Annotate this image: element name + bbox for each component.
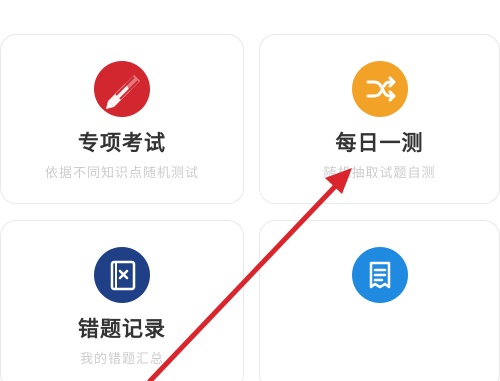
wrong-book-icon bbox=[94, 247, 150, 303]
wrong-questions-title: 错题记录 bbox=[78, 317, 166, 341]
wrong-questions-subtitle: 我的错题汇总 bbox=[79, 352, 164, 367]
pencil-icon bbox=[94, 61, 150, 117]
exam-menu-page: 专项考试 依据不同知识点随机测试 每日一测 随机抽取试题自测 错题记录 我的错题 bbox=[0, 0, 500, 381]
special-exam-title: 专项考试 bbox=[78, 131, 166, 155]
special-exam-card[interactable]: 专项考试 依据不同知识点随机测试 bbox=[0, 34, 244, 204]
shuffle-icon bbox=[351, 61, 408, 117]
notes-card[interactable] bbox=[259, 220, 500, 381]
special-exam-subtitle: 依据不同知识点随机测试 bbox=[44, 166, 199, 181]
daily-test-title: 每日一测 bbox=[335, 131, 424, 155]
daily-test-card[interactable]: 每日一测 随机抽取试题自测 bbox=[259, 34, 500, 204]
notes-icon bbox=[351, 247, 408, 303]
wrong-questions-card[interactable]: 错题记录 我的错题汇总 bbox=[0, 220, 244, 381]
daily-test-subtitle: 随机抽取试题自测 bbox=[323, 166, 436, 181]
